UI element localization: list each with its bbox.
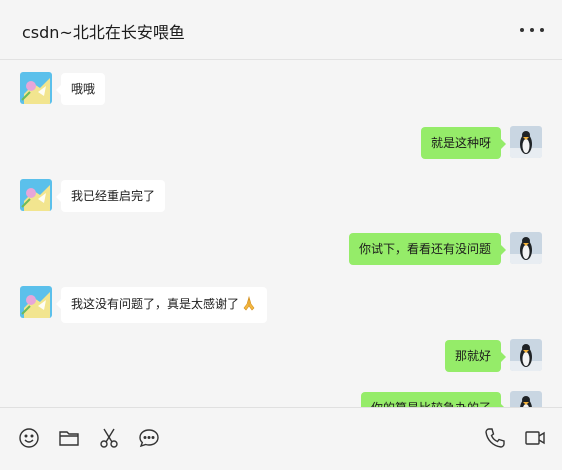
message-received: 我已经重启完了 [20, 179, 166, 212]
user-avatar[interactable] [510, 232, 542, 264]
chat-bubble-icon[interactable] [137, 426, 161, 450]
message-sent: 你的算是比较急办的了 [360, 391, 542, 407]
more-options-icon[interactable] [520, 22, 544, 38]
contact-avatar[interactable] [20, 72, 52, 104]
message-received: 我这没有问题了，真是太感谢了 [20, 286, 268, 323]
emoji-icon[interactable] [17, 426, 41, 450]
message-bubble[interactable]: 哦哦 [55, 73, 106, 105]
chat-title: csdn~北北在长安喂鱼 [22, 23, 185, 42]
message-bubble[interactable]: 我这没有问题了，真是太感谢了 [55, 287, 268, 323]
message-text: 我这没有问题了，真是太感谢了 [71, 297, 240, 311]
folded-hands-emoji-icon [241, 295, 257, 315]
message-bubble[interactable]: 你试下，看看还有没问题 [348, 233, 507, 265]
folder-icon[interactable] [57, 426, 81, 450]
contact-avatar[interactable] [20, 286, 52, 318]
chat-header: csdn~北北在长安喂鱼 [0, 0, 562, 60]
message-bubble[interactable]: 就是这种呀 [420, 127, 507, 159]
message-bubble[interactable]: 你的算是比较急办的了 [360, 392, 507, 407]
message-received: 哦哦 [20, 72, 106, 105]
contact-avatar[interactable] [20, 179, 52, 211]
message-sent: 那就好 [444, 339, 542, 372]
message-bubble[interactable]: 我已经重启完了 [55, 180, 166, 212]
scissors-icon[interactable] [97, 426, 121, 450]
user-avatar[interactable] [510, 126, 542, 158]
video-call-icon[interactable] [523, 426, 547, 450]
phone-icon[interactable] [483, 426, 507, 450]
message-bubble[interactable]: 那就好 [444, 340, 507, 372]
user-avatar[interactable] [510, 339, 542, 371]
message-sent: 就是这种呀 [420, 126, 542, 159]
input-toolbar [0, 407, 562, 470]
user-avatar[interactable] [510, 391, 542, 407]
message-sent: 你试下，看看还有没问题 [348, 232, 542, 265]
message-list[interactable]: 哦哦 就是这种呀 我已经重启完了 你试下，看看还有没问题 我这没有问题了，真是太… [0, 60, 562, 407]
